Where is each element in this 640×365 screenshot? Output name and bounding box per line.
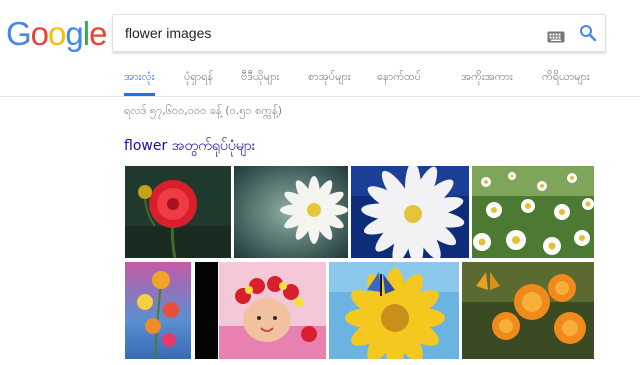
tab-videos[interactable]: ဗီဒီယိုများ xyxy=(241,60,279,95)
tab-images[interactable]: ပုံရှာရန် xyxy=(184,60,213,95)
logo-letter-e: e xyxy=(89,15,107,52)
search-box xyxy=(112,14,606,52)
search-header: Google အားလုံး ပုံရှာရန် xyxy=(0,0,640,97)
keyboard-icon[interactable] xyxy=(547,28,565,47)
white-daisy-thumbnail[interactable] xyxy=(234,166,348,258)
red-dahlia-thumbnail[interactable] xyxy=(125,166,231,258)
images-section-heading[interactable]: flower အတွက်ရုပ်ပုံများ xyxy=(124,136,255,157)
butterfly-sunflower-thumbnail[interactable] xyxy=(329,262,459,359)
tab-tools[interactable]: ကိရိယာများ xyxy=(542,60,590,95)
result-stats: ရလဒ် ၅၇,၆၀၀,၀၀၀ ခန့် (၀.၅၁ စက္ကန့်) xyxy=(124,104,283,117)
logo-letter-g: G xyxy=(6,15,32,52)
tab-books[interactable]: စာအုပ်များ xyxy=(308,60,350,95)
logo-letter-o1: o xyxy=(30,15,49,52)
tab-settings[interactable]: အကိုးအကား xyxy=(461,60,513,95)
butterfly-orange-flowers-thumbnail[interactable] xyxy=(462,262,594,359)
daisy-field-thumbnail[interactable] xyxy=(472,166,594,258)
tab-more[interactable]: နောက်ထပ် xyxy=(377,60,421,95)
search-icon[interactable] xyxy=(579,24,597,46)
daisy-dewdrops-thumbnail[interactable] xyxy=(351,166,469,258)
dark-thumbnail[interactable] xyxy=(195,262,218,359)
tab-all[interactable]: အားလုံး xyxy=(124,60,155,96)
logo-letter-o2: o xyxy=(48,15,66,52)
logo-letter-g2: g xyxy=(65,15,83,52)
google-logo[interactable]: Google xyxy=(6,14,107,54)
baby-flower-wreath-thumbnail[interactable] xyxy=(219,262,326,359)
search-tabs: အားလုံး ပုံရှာရန် ဗီဒီယိုများ စာအုပ်များ… xyxy=(0,60,640,96)
colorful-blossoms-thumbnail[interactable] xyxy=(125,262,191,359)
search-input[interactable] xyxy=(125,15,525,51)
